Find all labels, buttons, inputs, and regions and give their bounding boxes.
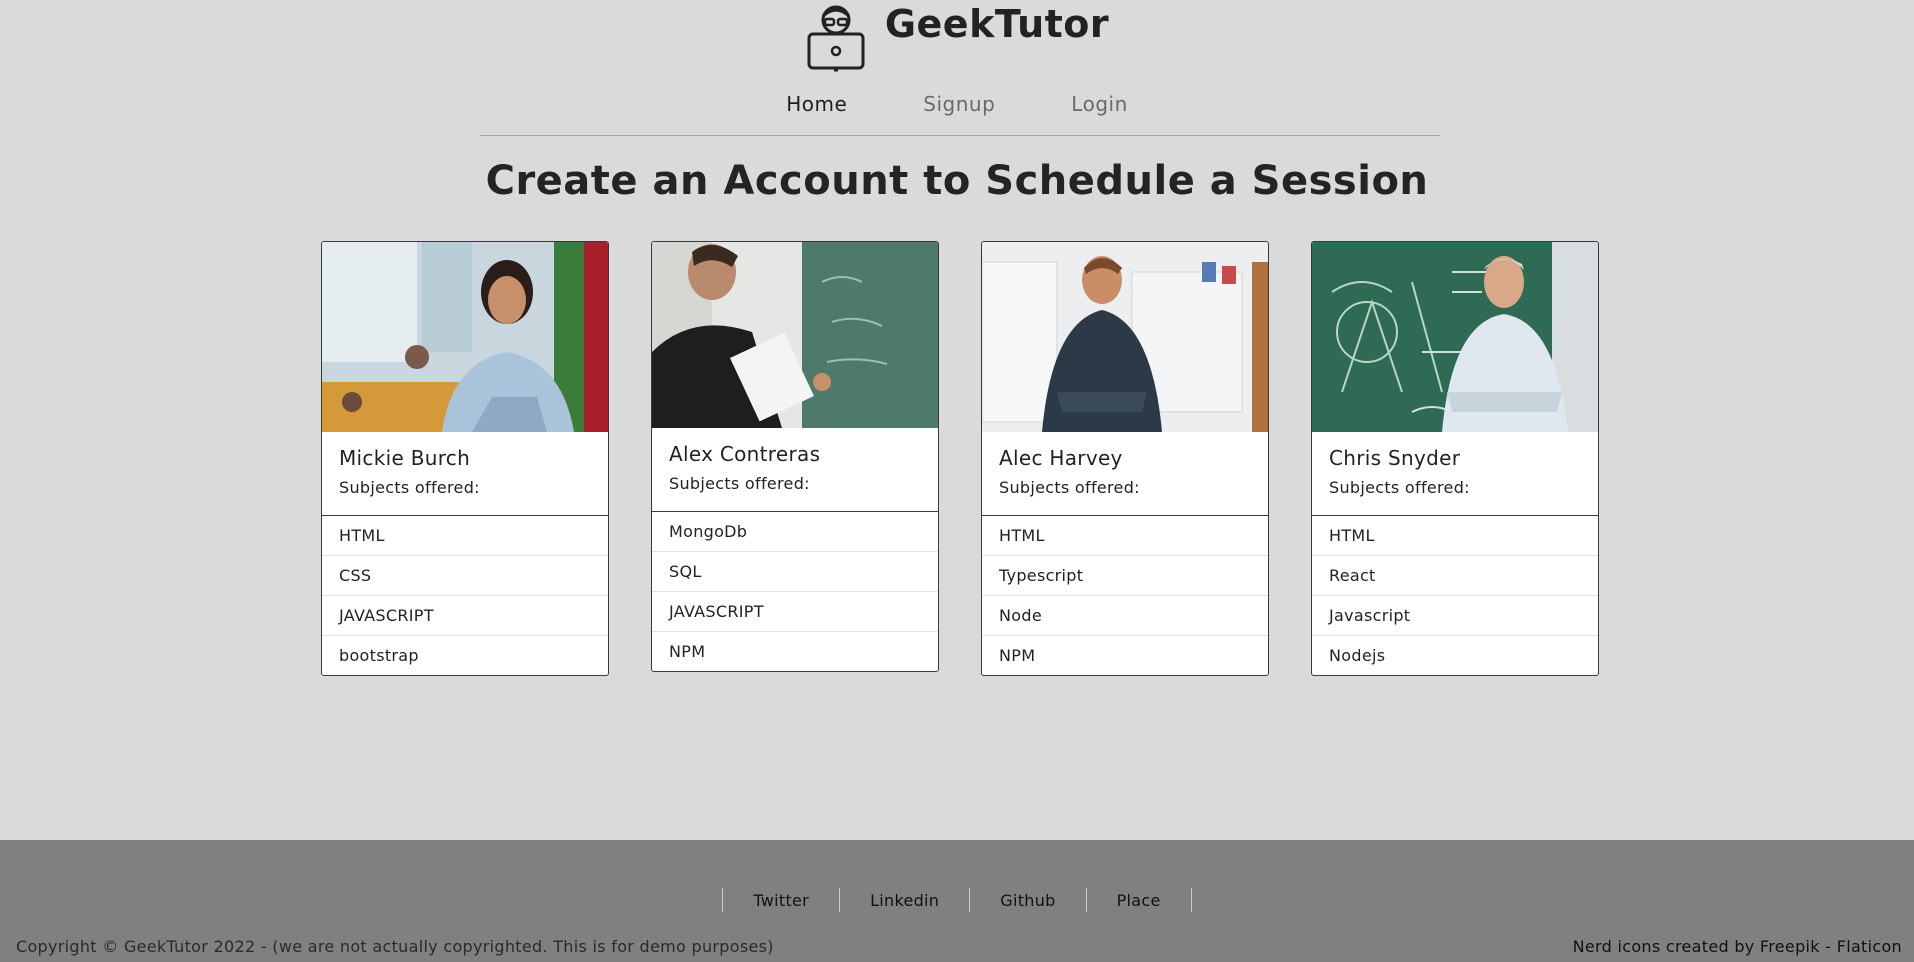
brand[interactable]: GeekTutor <box>805 0 1109 72</box>
tutor-card: Chris Snyder Subjects offered: HTML Reac… <box>1311 241 1599 676</box>
footer-links: Twitter Linkedin Github Place <box>0 888 1914 912</box>
tutor-photo <box>982 242 1268 432</box>
subject-item: bootstrap <box>322 635 608 675</box>
brand-title: GeekTutor <box>884 2 1110 46</box>
tutor-card: Alec Harvey Subjects offered: HTML Types… <box>981 241 1269 676</box>
subject-item: HTML <box>339 526 385 545</box>
footer-link-linkedin[interactable]: Linkedin <box>840 891 969 910</box>
tutor-name: Alex Contreras <box>669 442 821 466</box>
nav-home[interactable]: Home <box>786 92 847 116</box>
subject-item: React <box>1312 555 1598 595</box>
nav-signup[interactable]: Signup <box>923 92 995 116</box>
icon-credits[interactable]: Nerd icons created by Freepik - Flaticon <box>1573 937 1902 956</box>
subjects-list: MongoDb SQL JAVASCRIPT NPM <box>652 511 938 671</box>
subject-item: Typescript <box>982 555 1268 595</box>
tutor-name: Alec Harvey <box>999 446 1123 470</box>
tutor-name: Chris Snyder <box>1329 446 1461 470</box>
footer-separator <box>1190 888 1192 912</box>
copyright-text: Copyright © GeekTutor 2022 - (we are not… <box>16 937 774 956</box>
subject-item: HTML <box>999 526 1045 545</box>
tutor-card: Alex Contreras Subjects offered: MongoDb… <box>651 241 939 672</box>
subject-item: SQL <box>652 551 938 591</box>
subject-item: Javascript <box>1312 595 1598 635</box>
main-nav: Home Signup Login <box>0 92 1914 116</box>
subjects-label: Subjects offered: <box>1329 478 1470 497</box>
subject-item: NPM <box>982 635 1268 675</box>
nerd-laptop-icon <box>807 5 865 72</box>
site-header: GeekTutor <box>0 0 1914 72</box>
site-footer: Twitter Linkedin Github Place Copyright … <box>0 840 1914 962</box>
footer-link-twitter[interactable]: Twitter <box>723 891 839 910</box>
subject-item: JAVASCRIPT <box>322 595 608 635</box>
nav-divider <box>480 135 1440 136</box>
footer-link-github[interactable]: Github <box>970 891 1085 910</box>
tutor-photo <box>1312 242 1598 432</box>
subject-item: JAVASCRIPT <box>652 591 938 631</box>
subject-item: CSS <box>322 555 608 595</box>
subjects-label: Subjects offered: <box>999 478 1140 497</box>
tutor-photo <box>652 242 938 428</box>
subjects-list: HTML CSS JAVASCRIPT bootstrap <box>322 515 608 675</box>
subject-item: NPM <box>652 631 938 671</box>
subject-item: MongoDb <box>669 522 748 541</box>
tutor-photo <box>322 242 608 432</box>
tutor-card: Mickie Burch Subjects offered: HTML CSS … <box>321 241 609 676</box>
subject-item: HTML <box>1329 526 1375 545</box>
subject-item: Nodejs <box>1312 635 1598 675</box>
subjects-list: HTML React Javascript Nodejs <box>1312 515 1598 675</box>
subject-item: Node <box>982 595 1268 635</box>
nav-login[interactable]: Login <box>1071 92 1127 116</box>
tutor-name: Mickie Burch <box>339 446 471 470</box>
subjects-label: Subjects offered: <box>669 474 810 493</box>
subjects-label: Subjects offered: <box>339 478 480 497</box>
subjects-list: HTML Typescript Node NPM <box>982 515 1268 675</box>
page-title: Create an Account to Schedule a Session <box>485 158 1429 204</box>
footer-link-place[interactable]: Place <box>1087 891 1191 910</box>
